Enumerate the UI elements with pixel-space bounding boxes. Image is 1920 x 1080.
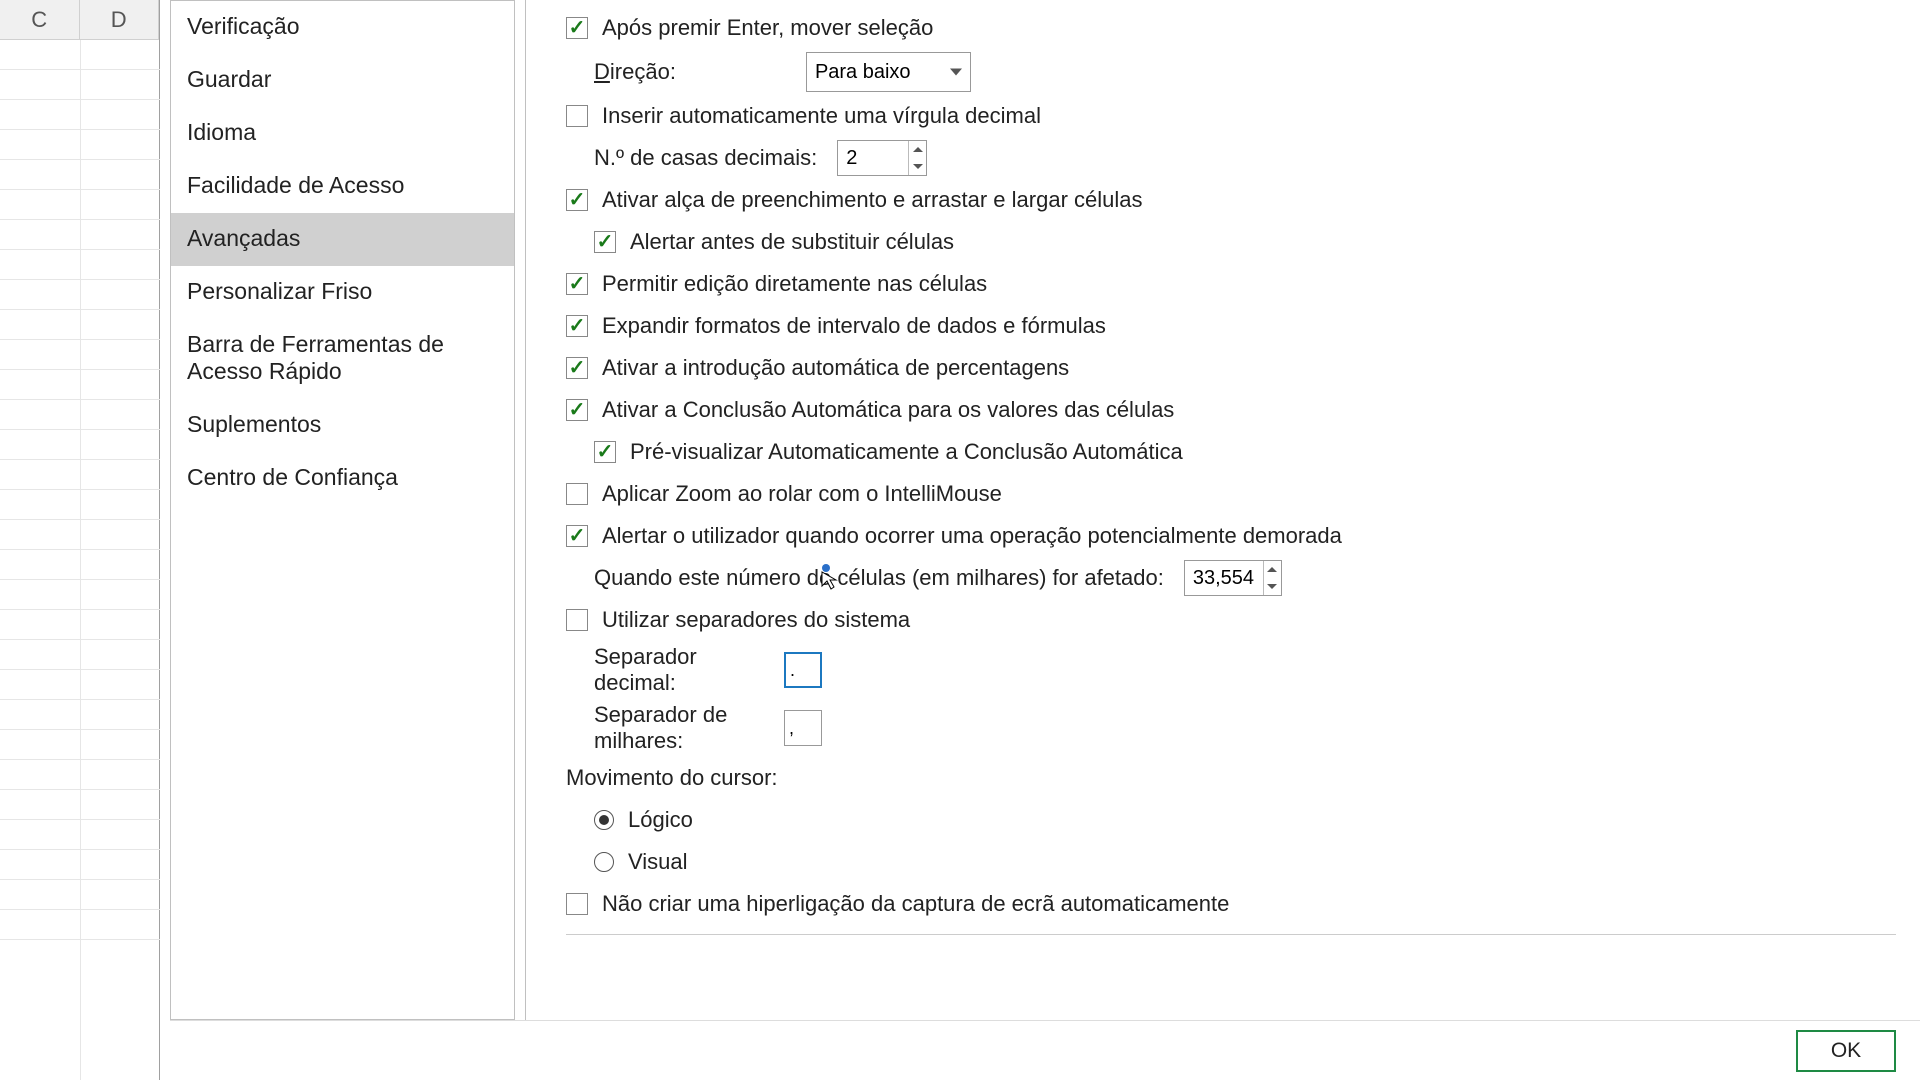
sidebar-item-trust-center[interactable]: Centro de Confiança: [171, 452, 514, 505]
spinner-decimal-places[interactable]: 2: [837, 140, 927, 176]
label-direction: Direção:: [594, 59, 676, 85]
label-extend-formats: Expandir formatos de intervalo de dados …: [602, 313, 1106, 339]
checkbox-edit-in-cell[interactable]: [566, 273, 588, 295]
options-sidebar: Verificação Guardar Idioma Facilidade de…: [170, 0, 515, 1020]
label-zoom-intellimouse: Aplicar Zoom ao rolar com o IntelliMouse: [602, 481, 1002, 507]
sidebar-item-addins[interactable]: Suplementos: [171, 399, 514, 452]
advanced-options-panel: Após premir Enter, mover seleção Direção…: [525, 0, 1920, 1020]
sidebar-item-advanced[interactable]: Avançadas: [171, 213, 514, 266]
sidebar-item-quick-access[interactable]: Barra de Ferramentas de Acesso Rápido: [171, 319, 514, 399]
input-decimal-separator[interactable]: .: [784, 652, 822, 688]
dialog-footer: OK: [170, 1020, 1920, 1080]
checkbox-after-enter[interactable]: [566, 17, 588, 39]
label-decimal-places: N.º de casas decimais:: [594, 145, 817, 171]
checkbox-auto-decimal[interactable]: [566, 105, 588, 127]
label-autocomplete: Ativar a Conclusão Automática para os va…: [602, 397, 1174, 423]
spinner-cells-affected[interactable]: 33,554: [1184, 560, 1282, 596]
checkbox-preview-autocomplete[interactable]: [594, 441, 616, 463]
radio-logical[interactable]: [594, 810, 614, 830]
label-edit-in-cell: Permitir edição diretamente nas células: [602, 271, 987, 297]
input-thousand-separator[interactable]: ,: [784, 710, 822, 746]
sidebar-item-verification[interactable]: Verificação: [171, 1, 514, 54]
sidebar-item-language[interactable]: Idioma: [171, 107, 514, 160]
spinner-up-icon[interactable]: [1264, 561, 1281, 578]
label-fill-handle: Ativar alça de preenchimento e arrastar …: [602, 187, 1143, 213]
checkbox-fill-handle[interactable]: [566, 189, 588, 211]
label-visual: Visual: [628, 849, 688, 875]
spinner-down-icon[interactable]: [909, 158, 926, 175]
spinner-up-icon[interactable]: [909, 141, 926, 158]
sidebar-item-customize-ribbon[interactable]: Personalizar Friso: [171, 266, 514, 319]
label-cells-affected: Quando este número de células (em milhar…: [594, 565, 1164, 591]
label-thousand-separator: Separador de milhares:: [594, 702, 784, 754]
checkbox-no-hyperlink[interactable]: [566, 893, 588, 915]
checkbox-zoom-intellimouse[interactable]: [566, 483, 588, 505]
spinner-value: 33,554: [1193, 567, 1254, 590]
combo-direction[interactable]: Para baixo: [806, 52, 971, 92]
checkbox-autocomplete[interactable]: [566, 399, 588, 421]
column-header[interactable]: C: [0, 0, 80, 39]
sidebar-item-accessibility[interactable]: Facilidade de Acesso: [171, 160, 514, 213]
checkbox-auto-percent[interactable]: [566, 357, 588, 379]
label-preview-autocomplete: Pré-visualizar Automaticamente a Conclus…: [630, 439, 1183, 465]
spinner-value: 2: [846, 147, 857, 170]
label-alert-slow: Alertar o utilizador quando ocorrer uma …: [602, 523, 1342, 549]
label-cursor-movement: Movimento do cursor:: [566, 765, 778, 791]
sidebar-item-save[interactable]: Guardar: [171, 54, 514, 107]
label-no-hyperlink: Não criar uma hiperligação da captura de…: [602, 891, 1229, 917]
checkbox-alert-slow[interactable]: [566, 525, 588, 547]
radio-visual[interactable]: [594, 852, 614, 872]
label-alert-overwrite: Alertar antes de substituir células: [630, 229, 954, 255]
column-header[interactable]: D: [80, 0, 160, 39]
label-auto-percent: Ativar a introdução automática de percen…: [602, 355, 1069, 381]
spreadsheet-background: C D: [0, 0, 160, 1080]
label-system-separators: Utilizar separadores do sistema: [602, 607, 910, 633]
label-after-enter: Após premir Enter, mover seleção: [602, 15, 933, 41]
checkbox-alert-overwrite[interactable]: [594, 231, 616, 253]
checkbox-extend-formats[interactable]: [566, 315, 588, 337]
checkbox-system-separators[interactable]: [566, 609, 588, 631]
label-auto-decimal: Inserir automaticamente uma vírgula deci…: [602, 103, 1041, 129]
ok-button[interactable]: OK: [1796, 1030, 1896, 1072]
spinner-down-icon[interactable]: [1264, 578, 1281, 595]
label-decimal-separator: Separador decimal:: [594, 644, 784, 696]
label-logical: Lógico: [628, 807, 693, 833]
